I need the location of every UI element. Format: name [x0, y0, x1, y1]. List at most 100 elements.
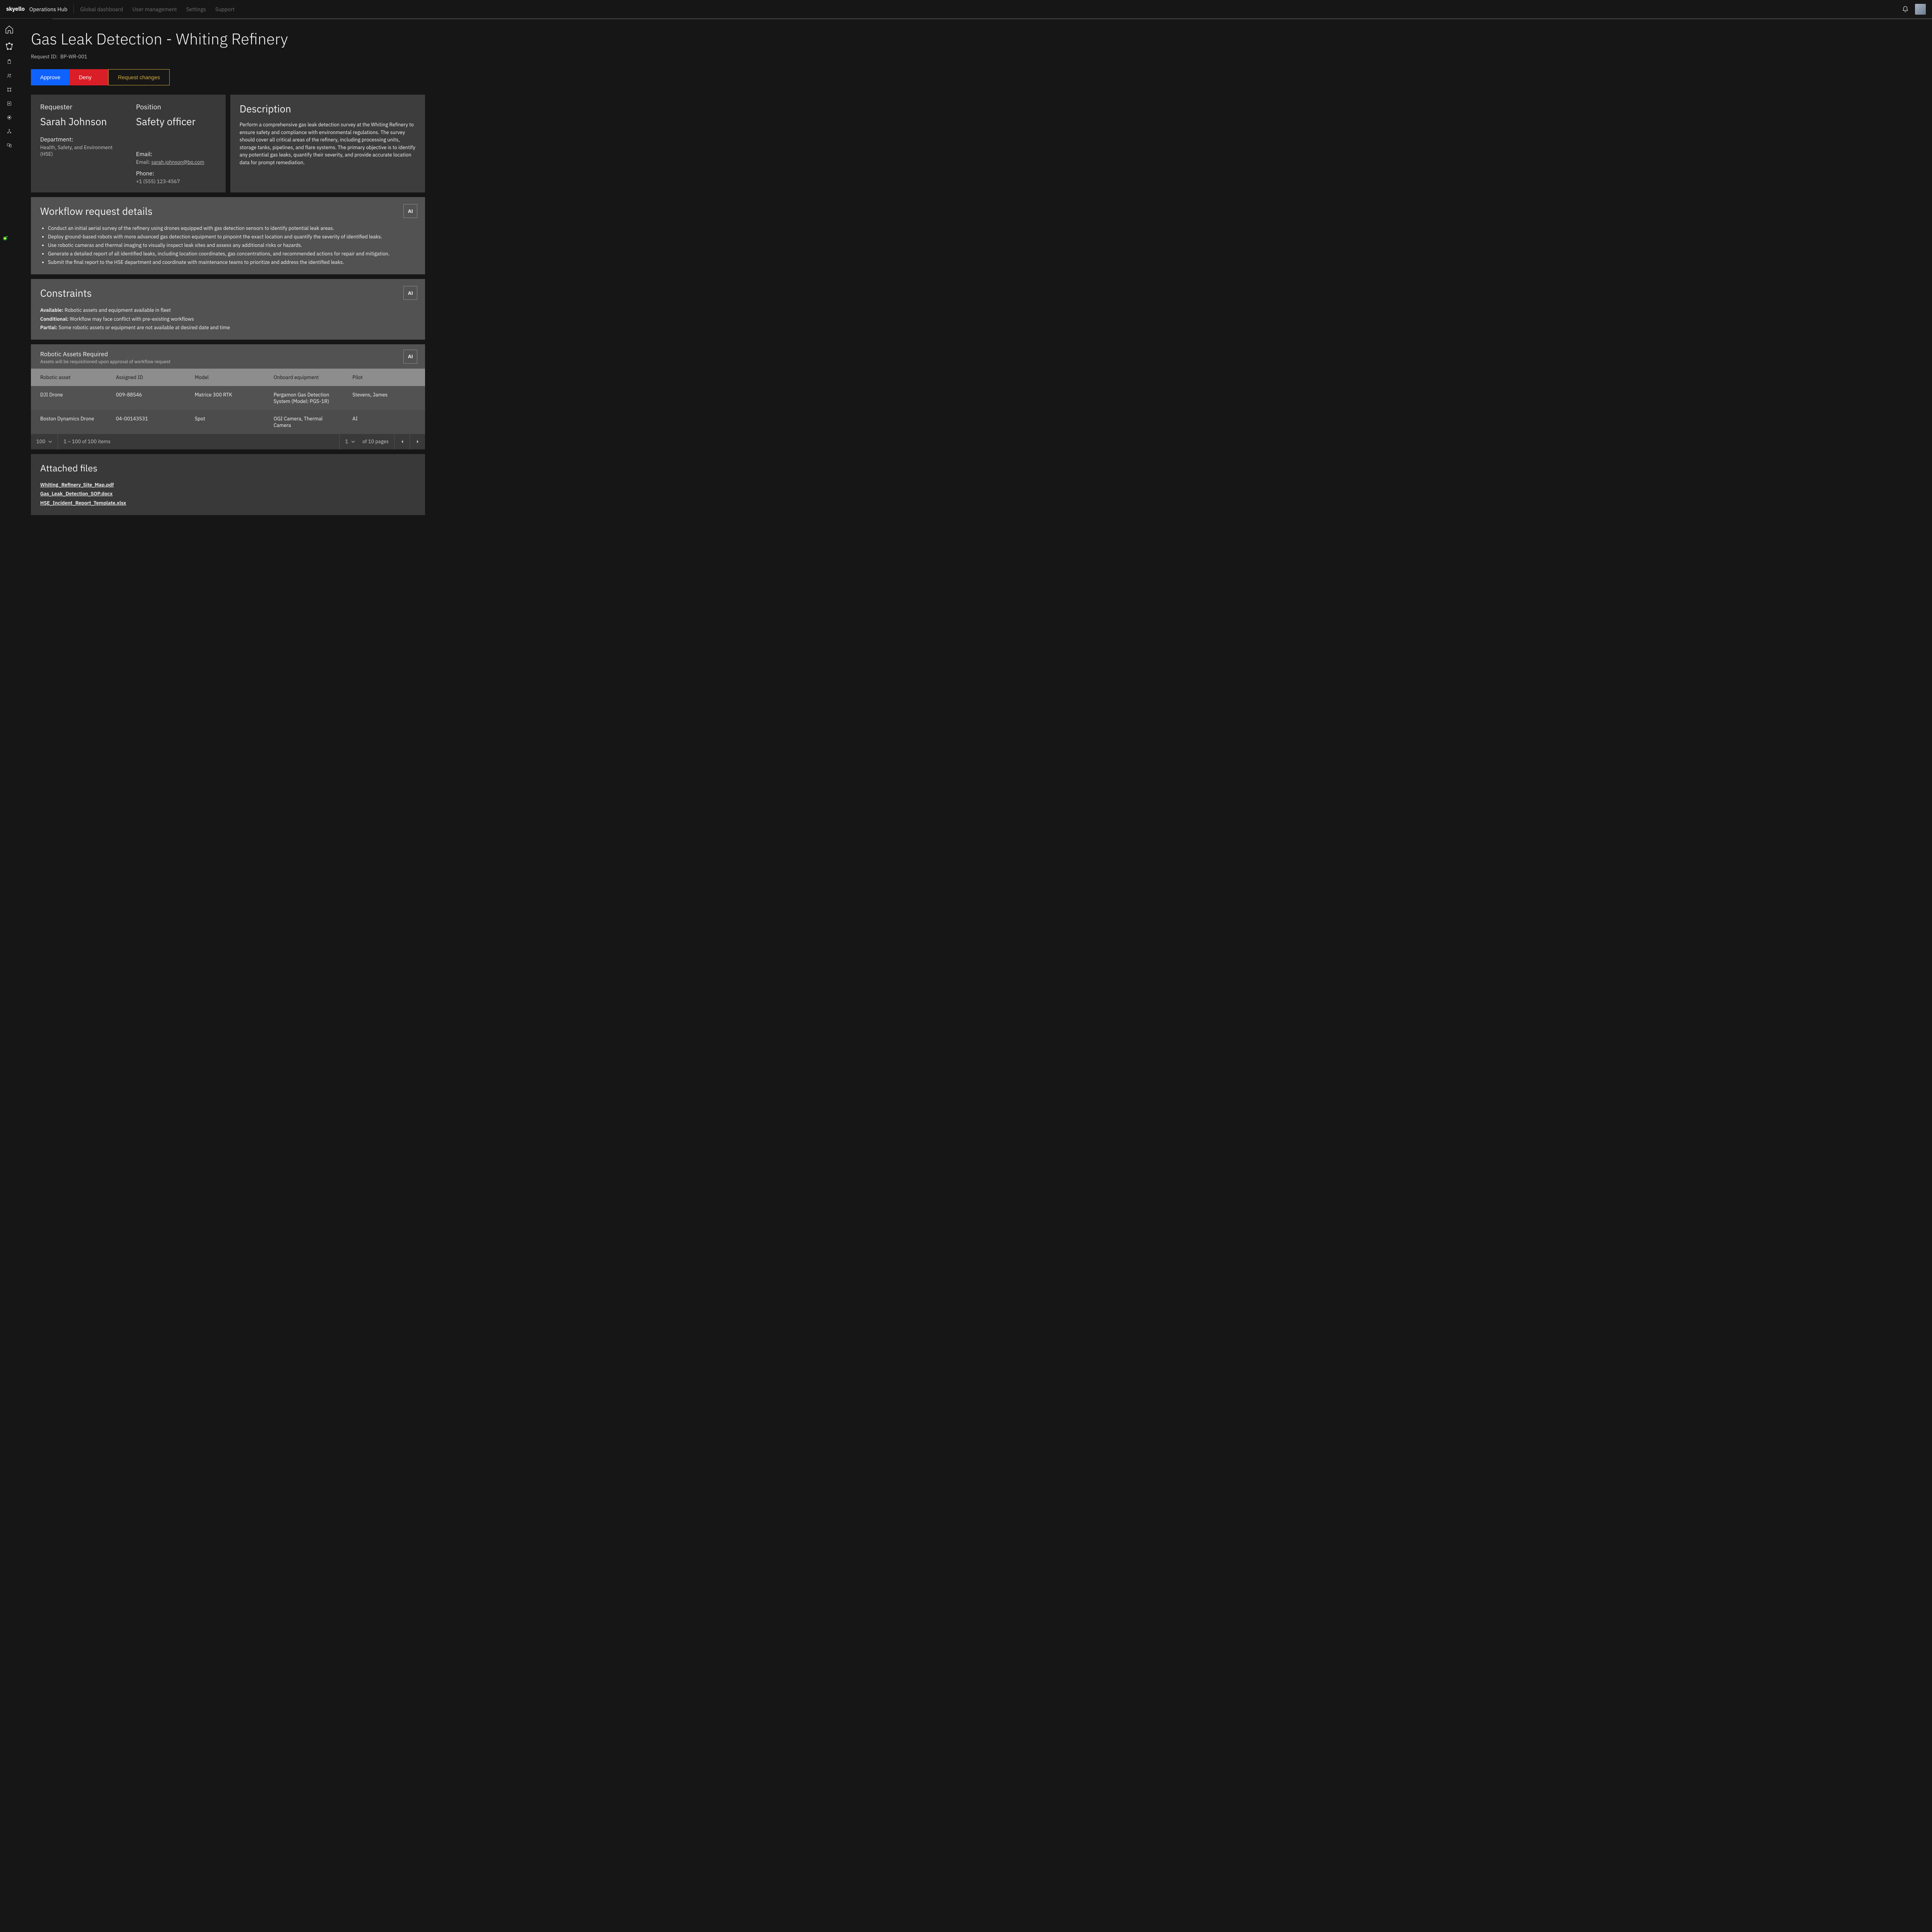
- constraint-row: Available: Robotic assets and equipment …: [40, 306, 416, 315]
- approve-button[interactable]: Approve: [31, 69, 70, 85]
- files-title: Attached files: [40, 462, 416, 474]
- description-text: Perform a comprehensive gas leak detecti…: [240, 121, 416, 166]
- table-row[interactable]: DJI Drone 009-88546 Matrice 300 RTK Perg…: [31, 386, 425, 410]
- workflow-item: Conduct an initial aerial survey of the …: [48, 224, 416, 233]
- cell-pilot: Stevens, James: [346, 386, 425, 410]
- info-row: Requester Sarah Johnson Department: Heal…: [31, 95, 425, 192]
- pagination-prev[interactable]: [394, 434, 410, 449]
- hierarchy-icon: [7, 129, 12, 134]
- file-link[interactable]: Whiting_Refinery_Site_Map.pdf: [40, 480, 416, 489]
- sidebar-item-home[interactable]: [2, 22, 17, 37]
- constraints-title: Constraints: [40, 287, 416, 300]
- workflow-item: Deploy ground-based robots with more adv…: [48, 233, 416, 241]
- sidebar-item-polygon[interactable]: [2, 39, 17, 54]
- constraint-text: Robotic assets and equipment available i…: [63, 307, 171, 313]
- email-prefix: Email:: [136, 159, 151, 165]
- pagination-page-select[interactable]: 1 of 10 pages: [339, 434, 394, 449]
- deny-button[interactable]: Deny: [70, 69, 108, 85]
- workflow-item: Submit the final report to the HSE depar…: [48, 258, 416, 267]
- notification-icon[interactable]: [1902, 6, 1909, 13]
- requester-name: Sarah Johnson: [40, 115, 121, 128]
- pagination-next[interactable]: [410, 434, 425, 449]
- sidebar-item-hierarchy[interactable]: [3, 125, 15, 138]
- requester-col: Requester Sarah Johnson Department: Heal…: [40, 102, 121, 185]
- position-value: Safety officer: [136, 115, 216, 128]
- nav-settings[interactable]: Settings: [186, 6, 206, 13]
- sidebar-item-open-panel[interactable]: [3, 97, 15, 110]
- position-col: Position Safety officer Email: Email: sa…: [136, 102, 216, 185]
- sidebar-item-connections[interactable]: [3, 83, 15, 96]
- table-row[interactable]: Boston Dynamics Drone 04-00143531 Spot O…: [31, 410, 425, 434]
- ai-button-assets[interactable]: AI: [403, 350, 417, 364]
- sidebar-item-users[interactable]: [3, 70, 15, 82]
- caret-left-icon: [400, 440, 404, 444]
- files-card: Attached files Whiting_Refinery_Site_Map…: [31, 454, 425, 515]
- file-link[interactable]: Gas_Leak_Detection_SOP.docx: [40, 489, 416, 498]
- workflow-item: Generate a detailed report of all identi…: [48, 250, 416, 258]
- workflow-item: Use robotic cameras and thermal imaging …: [48, 241, 416, 250]
- sidebar-item-clipboard[interactable]: [3, 56, 15, 68]
- brand: skyello Operations Hub: [6, 5, 67, 13]
- email-label: Email:: [136, 151, 216, 158]
- radio-icon: [7, 115, 12, 120]
- dept-value: Health, Safety, and Environment (HSE): [40, 144, 121, 157]
- col-model[interactable]: Model: [189, 369, 267, 386]
- bp-logo-icon: bp: [2, 236, 8, 241]
- page-title: Gas Leak Detection - Whiting Refinery: [31, 29, 425, 49]
- constraint-label: Available:: [40, 307, 63, 313]
- file-link[interactable]: HSE_Incident_Report_Template.xlsx: [40, 498, 416, 507]
- request-changes-button[interactable]: Request changes: [108, 69, 170, 85]
- open-panel-icon: [7, 101, 12, 106]
- col-pilot[interactable]: Pilot: [346, 369, 425, 386]
- col-id[interactable]: Assigned ID: [110, 369, 189, 386]
- constraint-text: Some robotic assets or equipment are not…: [57, 324, 230, 331]
- caret-right-icon: [416, 440, 420, 444]
- assets-card: AI Robotic Assets Required Assets will b…: [31, 344, 425, 449]
- ai-button-constraints[interactable]: AI: [403, 286, 417, 300]
- cell-id: 009-88546: [110, 386, 189, 410]
- col-asset[interactable]: Robotic asset: [31, 369, 110, 386]
- assets-subtitle: Assets will be requisitioned upon approv…: [40, 359, 416, 365]
- header-divider: [73, 5, 74, 14]
- main-content: Gas Leak Detection - Whiting Refinery Re…: [19, 19, 1932, 524]
- ai-button-workflow[interactable]: AI: [403, 204, 417, 218]
- nav-global-dashboard[interactable]: Global dashboard: [80, 6, 123, 13]
- constraint-label: Partial:: [40, 324, 57, 331]
- description-card: Description Perform a comprehensive gas …: [230, 95, 425, 192]
- svg-text:bp: bp: [7, 236, 8, 237]
- requester-card: Requester Sarah Johnson Department: Heal…: [31, 95, 226, 192]
- email-value: Email: sarah.johnson@bp.com: [136, 159, 216, 165]
- request-id-value: BP-WR-001: [60, 53, 87, 60]
- sidebar-item-radio[interactable]: [3, 111, 15, 124]
- nav-support[interactable]: Support: [215, 6, 235, 13]
- description-title: Description: [240, 102, 416, 116]
- phone-label: Phone:: [136, 170, 216, 177]
- requester-label: Requester: [40, 102, 121, 111]
- col-equip[interactable]: Onboard equipment: [267, 369, 346, 386]
- connections-icon: [7, 87, 12, 92]
- header-right: [1902, 4, 1926, 15]
- devices-icon: [7, 143, 12, 148]
- user-avatar[interactable]: [1915, 4, 1926, 15]
- app-header: skyello Operations Hub Global dashboard …: [0, 0, 1932, 19]
- chevron-down-icon: [48, 440, 52, 444]
- table-header-row: Robotic asset Assigned ID Model Onboard …: [31, 369, 425, 386]
- cell-model: Spot: [189, 410, 267, 434]
- sidebar-item-devices[interactable]: [3, 139, 15, 151]
- cell-equip: OGI Camera, Thermal Camera: [267, 410, 346, 434]
- constraint-label: Conditional:: [40, 316, 68, 322]
- constraints-card: AI Constraints Available: Robotic assets…: [31, 279, 425, 339]
- email-link[interactable]: sarah.johnson@bp.com: [151, 159, 204, 165]
- pagination-per-page[interactable]: 100: [31, 434, 58, 449]
- sidebar: [0, 19, 19, 1932]
- phone-value: +1 (555) 123-4567: [136, 178, 216, 185]
- pages-suffix: of 10 pages: [362, 438, 389, 445]
- cell-pilot: AI: [346, 410, 425, 434]
- dept-label: Department:: [40, 136, 121, 143]
- workflow-list: Conduct an initial aerial survey of the …: [40, 224, 416, 267]
- nav-user-management[interactable]: User management: [132, 6, 177, 13]
- clipboard-icon: [7, 59, 12, 65]
- brand-section: Operations Hub: [29, 6, 68, 13]
- home-icon: [5, 25, 14, 34]
- request-id: Request ID: BP-WR-001: [31, 53, 425, 60]
